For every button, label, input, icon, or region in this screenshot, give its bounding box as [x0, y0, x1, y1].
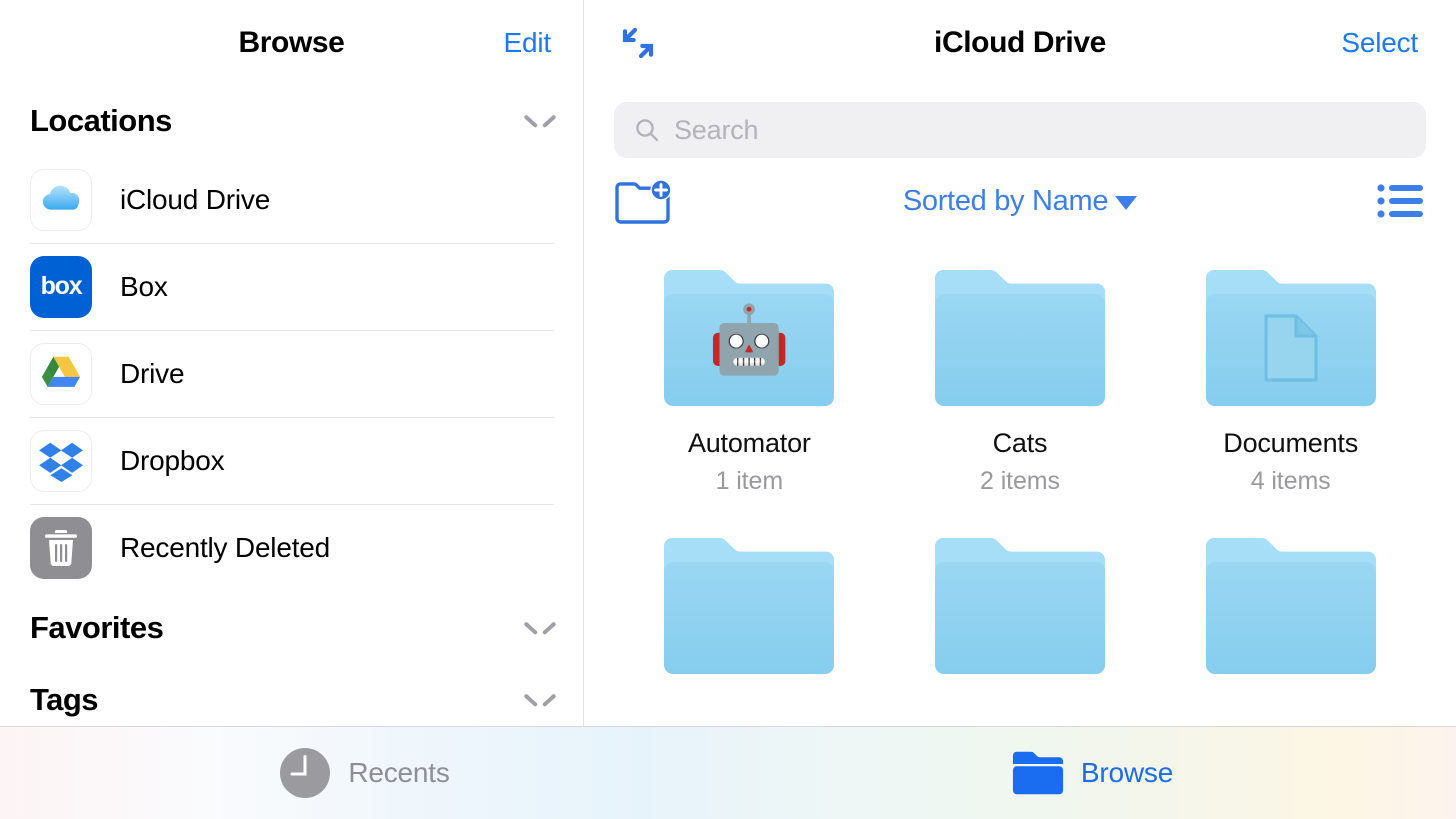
tab-bar: Recents Browse [0, 726, 1456, 819]
section-title-tags: Tags [30, 682, 99, 717]
chevron-down-icon[interactable] [525, 112, 555, 130]
expand-arrows-icon[interactable] [610, 15, 666, 71]
search-container: Search [584, 86, 1456, 158]
split-view: Browse Edit Locations iCloud Drive box B… [0, 0, 1456, 726]
tab-browse[interactable]: Browse [728, 727, 1456, 819]
folder-icon [1202, 266, 1380, 412]
select-button[interactable]: Select [1341, 27, 1418, 59]
item-count: 2 items [980, 467, 1060, 495]
sidebar-item-label: Dropbox [120, 444, 225, 476]
folder-icon [660, 534, 838, 680]
sidebar-item-recently-deleted[interactable]: Recently Deleted [0, 504, 583, 591]
grid-item-automator[interactable]: 🤖 Automator 1 item [614, 266, 885, 496]
caret-down-icon [1115, 196, 1138, 210]
chevron-down-icon[interactable] [525, 691, 555, 709]
section-header-tags[interactable]: Tags [0, 665, 583, 726]
edit-button[interactable]: Edit [504, 27, 552, 59]
icloud-icon [30, 168, 92, 231]
item-name: Cats [992, 428, 1048, 458]
folder-icon [1011, 746, 1065, 800]
sidebar-title: Browse [238, 26, 345, 59]
grid-item-cats[interactable]: Cats 2 items [885, 266, 1156, 496]
detail-toolbar: Sorted by Name [584, 158, 1456, 244]
list-view-icon[interactable] [1376, 181, 1424, 221]
sort-button[interactable]: Sorted by Name [902, 184, 1138, 218]
box-icon: box [30, 255, 92, 318]
locations-list: iCloud Drive box Box Drive Dropbox Recen… [0, 156, 583, 591]
search-input[interactable]: Search [614, 102, 1426, 158]
detail-header: iCloud Drive Select [584, 0, 1456, 86]
sidebar-item-icloud-drive[interactable]: iCloud Drive [0, 156, 583, 243]
google-drive-icon [30, 342, 92, 405]
grid-item-row2-c[interactable] [1155, 534, 1426, 680]
grid-item-documents[interactable]: Documents 4 items [1155, 266, 1426, 496]
dropbox-icon [30, 429, 92, 492]
folder-icon [1202, 534, 1380, 680]
item-name: Documents [1223, 428, 1359, 458]
grid-item-row2-a[interactable] [614, 534, 885, 680]
sidebar-item-label: Box [120, 270, 168, 302]
sidebar: Browse Edit Locations iCloud Drive box B… [0, 0, 584, 726]
sidebar-item-label: iCloud Drive [120, 183, 271, 215]
item-count: 1 item [715, 467, 784, 495]
item-count: 4 items [1250, 467, 1331, 495]
chevron-down-icon[interactable] [525, 619, 555, 637]
sort-label: Sorted by Name [902, 184, 1109, 217]
sidebar-item-drive[interactable]: Drive [0, 330, 583, 417]
sidebar-item-label: Drive [120, 357, 185, 389]
tab-recents[interactable]: Recents [0, 727, 728, 819]
section-header-favorites[interactable]: Favorites [0, 591, 583, 665]
folder-icon [931, 266, 1109, 412]
section-title-favorites: Favorites [30, 610, 164, 645]
sidebar-item-dropbox[interactable]: Dropbox [0, 417, 583, 504]
detail-pane: iCloud Drive Select Search Sorted by Nam… [584, 0, 1456, 726]
trash-icon [30, 516, 92, 579]
sidebar-item-box[interactable]: box Box [0, 243, 583, 330]
clock-icon [278, 746, 332, 800]
section-header-locations[interactable]: Locations [0, 86, 583, 156]
folder-icon [931, 534, 1109, 680]
box-icon-label: box [40, 272, 83, 300]
folder-icon: 🤖 [660, 266, 838, 412]
new-folder-icon[interactable] [614, 175, 676, 227]
sidebar-header: Browse Edit [0, 0, 583, 86]
detail-title: iCloud Drive [934, 26, 1106, 59]
sidebar-item-label: Recently Deleted [120, 531, 331, 563]
file-grid: 🤖 Automator 1 item Cats 2 items Document… [584, 244, 1456, 680]
tab-label: Recents [348, 757, 450, 788]
search-placeholder: Search [674, 114, 759, 145]
item-name: Automator [687, 428, 811, 458]
search-icon [634, 117, 660, 143]
tab-label: Browse [1080, 757, 1174, 788]
files-app-window: Browse Edit Locations iCloud Drive box B… [0, 0, 1456, 819]
section-title-locations: Locations [30, 103, 172, 138]
grid-item-row2-b[interactable] [885, 534, 1156, 680]
